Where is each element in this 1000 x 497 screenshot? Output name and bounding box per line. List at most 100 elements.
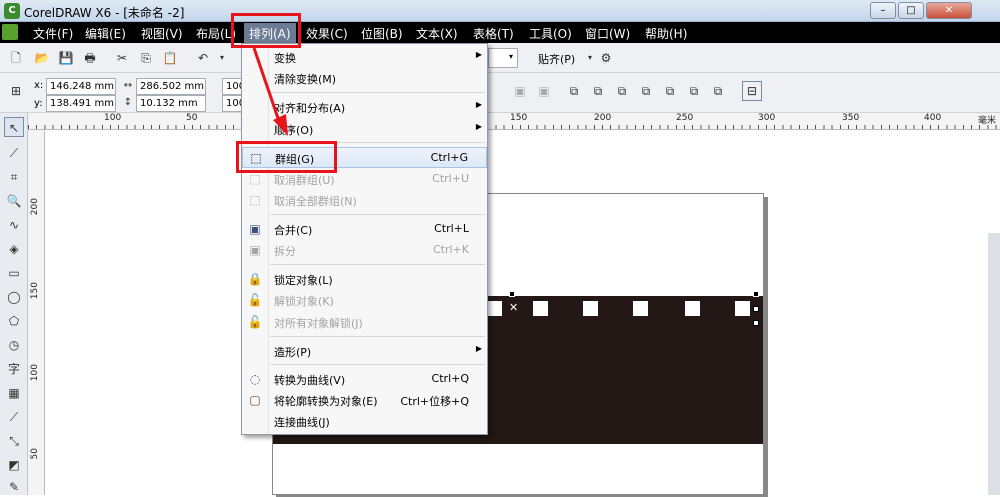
menu-item-convert-to-curves[interactable]: ◌ 转换为曲线(V) Ctrl+Q xyxy=(242,369,487,390)
zoom-tool-icon[interactable]: 🔍 xyxy=(4,191,24,211)
white-square[interactable] xyxy=(487,301,502,316)
menu-item-unlock-all[interactable]: 🔓 对所有对象解锁(J) xyxy=(242,312,487,333)
pick-tool-icon[interactable]: ↖ xyxy=(4,117,24,137)
snap-dropdown-icon[interactable]: ▾ xyxy=(582,50,598,66)
menu-effects[interactable]: 效果(C) xyxy=(303,25,351,42)
menu-separator xyxy=(270,214,485,215)
ruler-minor-ticks xyxy=(28,125,1000,129)
selection-handle[interactable] xyxy=(753,306,759,312)
menu-item-ungroup-all[interactable]: ⬚ 取消全部群组(N) xyxy=(242,190,487,211)
align-icon[interactable]: ⊟ xyxy=(742,81,762,101)
menu-separator xyxy=(270,364,485,365)
ellipse-tool-icon[interactable]: ◯ xyxy=(4,287,24,307)
white-square[interactable] xyxy=(685,301,700,316)
ruler-tick: 50 xyxy=(30,448,40,460)
shape-tool-3-icon[interactable]: ⧉ xyxy=(614,83,630,99)
dimension-tool-icon[interactable]: ⟋ xyxy=(4,407,24,427)
table-tool-icon[interactable]: ▦ xyxy=(4,383,24,403)
y-position-field[interactable]: 138.491 mm xyxy=(46,95,116,112)
connector-tool-icon[interactable]: ⤡ xyxy=(4,431,24,451)
white-square[interactable] xyxy=(583,301,598,316)
menu-table[interactable]: 表格(T) xyxy=(470,25,517,42)
open-icon[interactable]: 📂 xyxy=(34,50,50,66)
minimize-button[interactable]: – xyxy=(870,2,896,19)
ruler-tick: 300 xyxy=(758,113,776,123)
selection-handle[interactable] xyxy=(753,291,759,297)
white-square[interactable] xyxy=(533,301,548,316)
shape-tool-1-icon[interactable]: ⧉ xyxy=(566,83,582,99)
fill-tool-icon[interactable]: ◩ xyxy=(4,455,24,475)
object-origin-icon[interactable]: ⊞ xyxy=(8,83,24,99)
cut-icon[interactable]: ✂ xyxy=(114,50,130,66)
selection-handle[interactable] xyxy=(509,291,515,297)
menu-item-combine[interactable]: ▣ 合并(C) Ctrl+L xyxy=(242,219,487,240)
selection-handle[interactable] xyxy=(753,320,759,326)
smart-fill-icon[interactable]: ◈ xyxy=(4,239,24,259)
menu-item-shaping[interactable]: 造形(P) ▶ xyxy=(242,341,487,362)
annotation-highlight-group xyxy=(236,141,337,173)
submenu-arrow-icon: ▶ xyxy=(475,50,482,59)
vertical-scrollbar[interactable] xyxy=(988,233,1000,495)
freehand-tool-icon[interactable]: ∿ xyxy=(4,215,24,235)
menu-item-unlock[interactable]: 🔓 解锁对象(K) xyxy=(242,290,487,311)
y-label: y: xyxy=(34,98,43,109)
break-apart-icon: ▣ xyxy=(249,243,261,257)
shape-tool-4-icon[interactable]: ⧉ xyxy=(638,83,654,99)
shape-tool-2-icon[interactable]: ⧉ xyxy=(590,83,606,99)
close-window-button[interactable]: ✕ xyxy=(926,2,972,19)
paste-icon[interactable]: 📋 xyxy=(162,50,178,66)
outline-to-object-icon: ▢ xyxy=(249,393,261,407)
new-document-icon[interactable]: 🗋 xyxy=(8,50,24,66)
print-icon[interactable]: 🖶 xyxy=(82,50,98,66)
toolbox: ↖ ⟋ ⌗ 🔍 ∿ ◈ ▭ ◯ ⬠ ◷ 字 ▦ ⟋ ⤡ ◩ ✎ xyxy=(0,113,28,495)
drawing-canvas[interactable]: ✕ xyxy=(45,130,1000,495)
menu-tools[interactable]: 工具(O) xyxy=(526,25,575,42)
menu-bitmaps[interactable]: 位图(B) xyxy=(358,25,406,42)
snap-to-button[interactable]: 贴齐(P) xyxy=(538,51,575,67)
save-icon[interactable]: 💾 xyxy=(58,50,74,66)
copy-icon[interactable]: ⎘ xyxy=(138,50,154,66)
ruler-tick: 150 xyxy=(510,113,528,123)
menu-item-join-curves[interactable]: 连接曲线(J) xyxy=(242,411,487,432)
options-icon[interactable]: ⚙ xyxy=(598,50,614,66)
crop-tool-icon[interactable]: ⌗ xyxy=(4,167,24,187)
menu-file[interactable]: 文件(F) xyxy=(30,25,76,42)
shape-tool-6-icon[interactable]: ⧉ xyxy=(686,83,702,99)
standard-toolbar: 🗋 📂 💾 🖶 ✂ ⎘ 📋 ↶ ▾ ▾ 贴齐(P) ▾ ⚙ xyxy=(0,43,1000,73)
basic-shapes-icon[interactable]: ◷ xyxy=(4,335,24,355)
ruler-tick: 200 xyxy=(30,198,40,216)
height-field[interactable]: 10.132 mm xyxy=(136,95,206,112)
undo-icon[interactable]: ↶ xyxy=(195,50,211,66)
menu-item-break-apart[interactable]: ▣ 拆分 Ctrl+K xyxy=(242,240,487,261)
menu-view[interactable]: 视图(V) xyxy=(138,25,186,42)
annotation-arrow-icon xyxy=(252,47,288,136)
white-square[interactable] xyxy=(633,301,648,316)
menu-help[interactable]: 帮助(H) xyxy=(642,25,690,42)
convert-curves-icon: ◌ xyxy=(249,372,261,386)
zoom-dropdown[interactable]: ▾ xyxy=(488,48,518,68)
horizontal-ruler: 100 50 150 200 250 300 350 400 毫米 xyxy=(28,113,1000,130)
width-field[interactable]: 286.502 mm xyxy=(136,78,206,95)
lock-icon: 🔒 xyxy=(247,272,263,286)
shape-tool-icon[interactable]: ⟋ xyxy=(4,143,24,163)
menu-window[interactable]: 窗口(W) xyxy=(582,25,633,42)
eyedropper-icon[interactable]: ✎ xyxy=(4,477,24,497)
white-square[interactable] xyxy=(735,301,750,316)
menu-text[interactable]: 文本(X) xyxy=(413,25,461,42)
polygon-tool-icon[interactable]: ⬠ xyxy=(4,311,24,331)
menu-item-lock[interactable]: 🔒 锁定对象(L) xyxy=(242,269,487,290)
shape-tool-5-icon[interactable]: ⧉ xyxy=(662,83,678,99)
ungroup-icon: ⬚ xyxy=(249,172,261,186)
maximize-button[interactable]: □ xyxy=(898,2,924,19)
rectangle-tool-icon[interactable]: ▭ xyxy=(4,263,24,283)
shape-tool-7-icon[interactable]: ⧉ xyxy=(710,83,726,99)
ruler-tick: 350 xyxy=(842,113,860,123)
x-position-field[interactable]: 146.248 mm xyxy=(46,78,116,95)
text-tool-icon[interactable]: 字 xyxy=(4,359,24,379)
menu-separator xyxy=(270,264,485,265)
menu-item-outline-to-object[interactable]: ▢ 将轮廓转换为对象(E) Ctrl+位移+Q xyxy=(242,390,487,411)
menu-separator xyxy=(270,92,485,93)
undo-dropdown-icon[interactable]: ▾ xyxy=(214,50,230,66)
menu-edit[interactable]: 编辑(E) xyxy=(82,25,129,42)
unlock-icon: 🔓 xyxy=(247,293,263,307)
